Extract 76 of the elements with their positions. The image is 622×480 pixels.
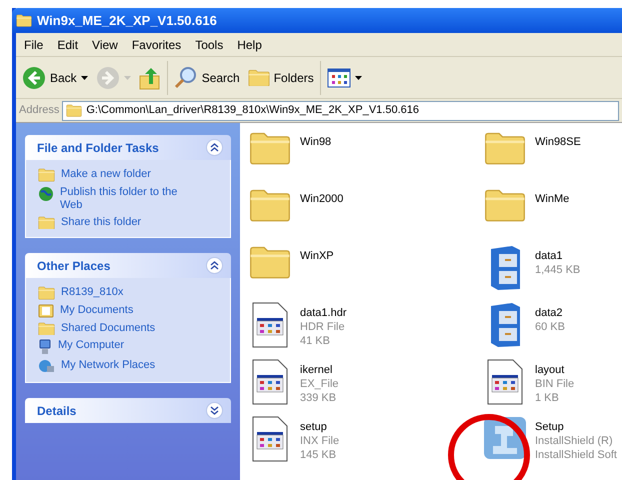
file-name[interactable]: WinXP (300, 249, 334, 263)
menu-item[interactable]: Favorites (126, 36, 188, 54)
file-detail: 1 KB (535, 391, 560, 405)
address-label: Address (19, 103, 60, 118)
network-icon (38, 359, 55, 374)
file-name[interactable]: ikernel (300, 363, 339, 377)
folder-icon (38, 286, 55, 300)
file-detail: InstallShield Soft (535, 448, 617, 462)
menu-item[interactable]: Edit (51, 36, 84, 54)
task-link[interactable]: My Documents (60, 304, 200, 317)
file-detail: HDR File (300, 320, 346, 334)
file-name[interactable]: layout (535, 363, 574, 377)
file-detail: 41 KB (300, 334, 331, 348)
up-folder-icon (138, 66, 161, 90)
expand-chevron-icon[interactable] (206, 402, 223, 420)
file-name[interactable]: Setup (535, 420, 617, 434)
folder-icon (66, 104, 82, 117)
document-icon (252, 302, 288, 348)
menu-item[interactable]: Help (231, 36, 268, 54)
menu-item[interactable]: File (18, 36, 50, 54)
folders-button[interactable]: Folders (246, 62, 316, 94)
file-cabinet-icon (488, 302, 522, 348)
task-link[interactable]: Make a new folder (61, 168, 201, 181)
file-name[interactable]: Win98 (300, 135, 332, 149)
folder-icon (484, 131, 526, 165)
file-name[interactable]: WinMe (535, 192, 570, 206)
menu-item[interactable]: Tools (189, 36, 230, 54)
file-detail: 145 KB (300, 448, 338, 462)
folders-icon (248, 68, 270, 86)
search-icon (174, 66, 198, 90)
computer-icon (38, 339, 52, 356)
document-icon (252, 359, 288, 405)
collapse-chevron-icon[interactable] (206, 139, 223, 156)
file-name[interactable]: data2 (535, 306, 565, 320)
file-detail: 1,445 KB (535, 263, 580, 277)
documents-icon (38, 304, 54, 318)
search-button[interactable]: Search (172, 62, 242, 94)
dropdown-caret-icon (354, 76, 362, 80)
file-name[interactable]: data1.hdr (300, 306, 346, 320)
file-name[interactable]: data1 (535, 249, 580, 263)
collapse-chevron-icon[interactable] (206, 257, 223, 274)
file-detail: InstallShield (R) (535, 434, 614, 448)
file-detail: BIN File (535, 377, 574, 391)
file-cabinet-icon (488, 245, 522, 291)
task-link[interactable]: Share this folder (61, 216, 201, 229)
shared-folder-icon (38, 216, 55, 230)
task-link[interactable]: My Computer (58, 339, 198, 352)
globe-icon (38, 186, 54, 202)
task-link[interactable]: R8139_810x (61, 286, 201, 300)
address-field[interactable]: G:\Common\Lan_driver\R8139_810x\Win9x_ME_2K_XP_V1.50.616 (62, 100, 619, 120)
folder-icon (16, 14, 32, 27)
file-detail: 60 KB (535, 320, 565, 334)
file-name[interactable]: Win2000 (300, 192, 344, 206)
panel-title[interactable]: Details (37, 402, 76, 420)
file-name[interactable]: Win98SE (535, 135, 581, 149)
folder-icon (38, 322, 55, 336)
dropdown-caret-icon (80, 76, 88, 80)
folder-icon (249, 131, 291, 165)
new-folder-icon (38, 168, 55, 182)
folder-icon (249, 188, 291, 222)
file-detail: EX_File (300, 377, 339, 391)
file-detail: INX File (300, 434, 340, 448)
folder-icon (484, 188, 526, 222)
dropdown-caret-icon (124, 76, 131, 80)
file-name[interactable]: setup (300, 420, 340, 434)
task-link[interactable]: Shared Documents (61, 322, 201, 335)
file-detail: 339 KB (300, 391, 338, 405)
document-icon (487, 359, 523, 405)
menu-item[interactable]: View (86, 36, 124, 54)
task-link[interactable]: Publish this folder to the Web (60, 186, 200, 212)
task-link[interactable]: My Network Places (61, 359, 201, 372)
folder-icon (249, 245, 291, 279)
window-title: Win9x_ME_2K_XP_V1.50.616 (37, 12, 217, 30)
back-button[interactable]: Back (20, 62, 90, 94)
views-icon (326, 68, 351, 88)
document-icon (252, 416, 288, 462)
